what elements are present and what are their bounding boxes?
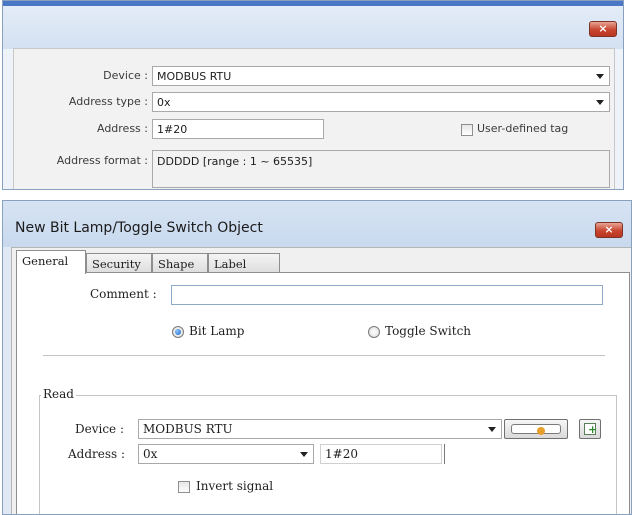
tab-general[interactable]: General [16, 250, 86, 274]
tab-label: Label [214, 257, 247, 271]
dialog-body: General Security Shape Label Comment : B… [11, 247, 631, 514]
address-format-label: Address format : [56, 154, 148, 167]
tab-label-tab[interactable]: Label [208, 253, 280, 274]
read-address-type-value: 0x [143, 447, 158, 461]
bit-lamp-radio[interactable] [172, 326, 184, 338]
read-device-select[interactable]: MODBUS RTU [138, 419, 502, 439]
tab-label: Shape [158, 257, 195, 271]
device-select-value: MODBUS RTU [157, 70, 232, 83]
address-type-select-value: 0x [157, 96, 171, 109]
status-dot-icon [537, 427, 545, 435]
close-icon: × [598, 22, 608, 35]
dialog-title: New Bit Lamp/Toggle Switch Object [15, 220, 263, 236]
address-type-select[interactable]: 0x [152, 92, 610, 112]
tab-security[interactable]: Security [86, 253, 152, 274]
address-settings-panel: × Device : MODBUS RTU Address type : 0x … [2, 0, 624, 190]
user-defined-tag-label: User-defined tag [477, 122, 569, 135]
address-settings-body: Device : MODBUS RTU Address type : 0x Ad… [13, 48, 615, 189]
general-tab-panel: Comment : Bit Lamp Toggle Switch Read De… [16, 272, 630, 514]
title-bar [3, 6, 623, 49]
tab-label: Security [92, 257, 141, 271]
toggle-switch-label: Toggle Switch [385, 324, 472, 338]
close-button[interactable]: × [595, 222, 623, 238]
tab-label: General [22, 254, 69, 268]
address-input-value: 1#20 [157, 123, 188, 136]
bit-lamp-label: Bit Lamp [189, 324, 245, 338]
chevron-down-icon [300, 452, 308, 457]
comment-input[interactable] [171, 285, 603, 305]
user-defined-tag-checkbox[interactable] [461, 124, 473, 136]
tab-shape[interactable]: Shape [152, 253, 208, 274]
device-label: Device : [103, 69, 148, 82]
read-address-input[interactable]: 1#20 [320, 444, 442, 464]
address-type-label: Address type : [68, 95, 148, 108]
add-device-button[interactable]: + [579, 419, 601, 439]
address-format-value: DDDDD [range : 1 ~ 65535] [157, 155, 313, 168]
address-input[interactable]: 1#20 [152, 119, 324, 139]
read-group-title: Read [41, 387, 76, 401]
chevron-down-icon [596, 100, 604, 105]
bit-lamp-dialog: New Bit Lamp/Toggle Switch Object × Gene… [2, 200, 632, 515]
comment-label: Comment : [90, 287, 157, 301]
device-settings-button[interactable] [504, 419, 568, 439]
device-settings-icon [511, 424, 561, 434]
toggle-switch-radio[interactable] [368, 326, 380, 338]
read-device-select-value: MODBUS RTU [143, 422, 233, 436]
invert-signal-checkbox[interactable] [178, 481, 190, 493]
text-cursor [444, 444, 445, 464]
plus-icon: + [588, 423, 598, 436]
close-icon: × [604, 223, 614, 236]
read-address-label: Address : [68, 447, 126, 461]
chevron-down-icon [596, 74, 604, 79]
chevron-down-icon [488, 427, 496, 432]
read-device-label: Device : [75, 422, 125, 436]
read-address-value: 1#20 [325, 447, 358, 461]
address-label: Address : [96, 122, 148, 135]
close-button[interactable]: × [589, 21, 617, 37]
read-address-type-select[interactable]: 0x [138, 444, 314, 464]
divider [43, 355, 605, 356]
address-format-display: DDDDD [range : 1 ~ 65535] [152, 150, 610, 188]
invert-signal-label: Invert signal [196, 479, 274, 493]
device-select[interactable]: MODBUS RTU [152, 66, 610, 86]
